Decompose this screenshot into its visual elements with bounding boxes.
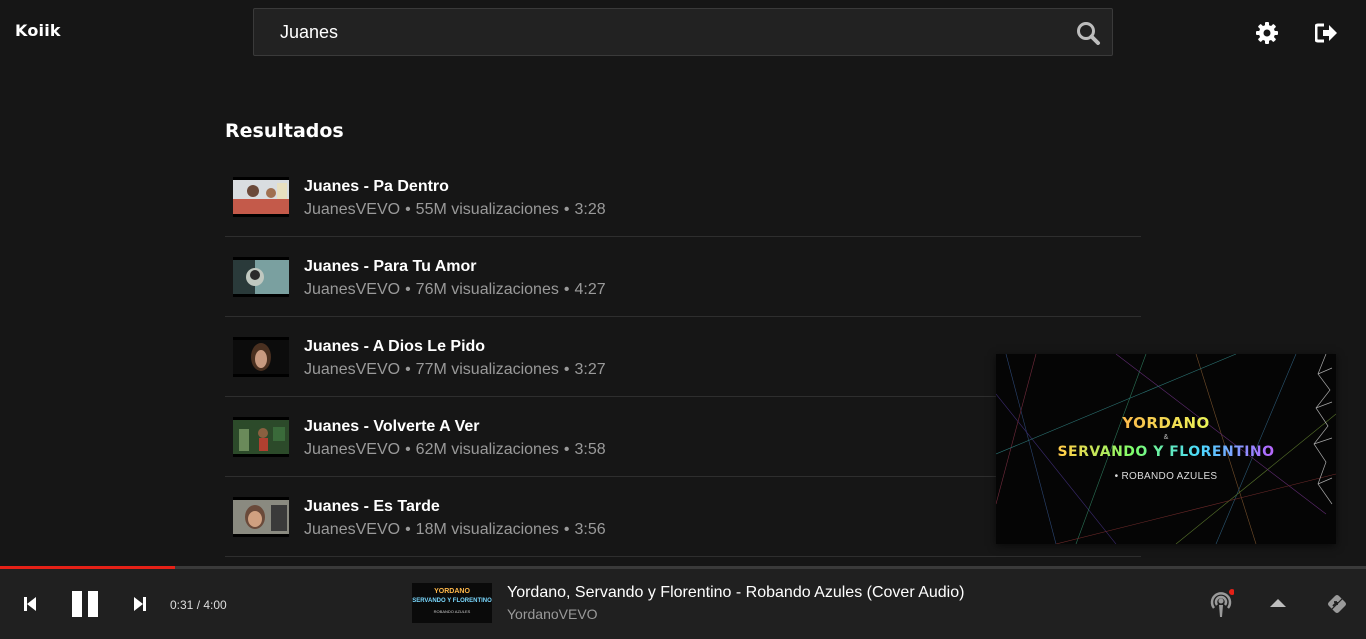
view-count: 62M visualizaciones [415,441,559,458]
gear-icon[interactable] [1254,20,1280,46]
video-title[interactable]: Juanes - A Dios Le Pido [304,338,485,356]
np-thumb-line1: YORDANO [434,588,470,595]
separator: • [405,201,411,218]
podcast-icon[interactable] [1208,589,1234,619]
search-input[interactable] [280,9,1060,55]
now-playing-title[interactable]: Yordano, Servando y Florentino - Robando… [507,584,964,602]
video-thumbnail[interactable] [233,337,289,377]
video-title[interactable]: Juanes - Para Tu Amor [304,258,477,276]
playback-time: 0:31 / 4:00 [170,598,227,612]
separator: • [563,281,570,298]
duration: 3:56 [574,521,606,538]
video-title[interactable]: Juanes - Volverte A Ver [304,418,479,436]
search-box[interactable] [253,8,1113,56]
result-item[interactable]: Juanes - Para Tu Amor JuanesVEVO • 76M vis… [225,237,1141,317]
video-thumbnail[interactable] [233,257,289,297]
channel-name[interactable]: JuanesVEVO [304,201,400,218]
video-meta: JuanesVEVO • 62M visualizaciones • 3:58 [304,441,606,459]
duration: 4:27 [574,281,606,298]
channel-name[interactable]: JuanesVEVO [304,361,400,378]
sign-out-icon[interactable] [1314,20,1340,46]
np-thumb-line2: SERVANDO Y FLORENTINO [412,598,492,604]
duration: 3:27 [574,361,606,378]
video-meta: JuanesVEVO • 77M visualizaciones • 3:27 [304,361,606,379]
np-thumb-line3: ROBANDO AZULES [433,609,471,614]
channel-name[interactable]: JuanesVEVO [304,441,400,458]
search-icon[interactable] [1076,21,1102,45]
mini-artwork-line2: SERVANDO Y FLORENTINO [996,444,1336,460]
now-playing-thumbnail[interactable]: YORDANO SERVANDO Y FLORENTINO ROBANDO AZ… [412,583,492,623]
video-meta: JuanesVEVO • 55M visualizaciones • 3:28 [304,201,606,219]
video-meta: JuanesVEVO • 18M visualizaciones • 3:56 [304,521,606,539]
separator: • [405,361,411,378]
now-playing-channel[interactable]: YordanoVEVO [507,606,598,622]
separator: • [405,521,411,538]
chevron-up-icon[interactable] [1268,596,1288,610]
previous-icon[interactable] [20,594,40,614]
separator: • [563,521,570,538]
separator: • [563,201,570,218]
mini-artwork-line1: YORDANO [996,414,1336,432]
view-count: 76M visualizaciones [415,281,559,298]
separator: • [405,281,411,298]
duration: 3:28 [574,201,606,218]
cast-icon[interactable] [1326,593,1348,615]
mini-video-player[interactable]: YORDANO & SERVANDO Y FLORENTINO • ROBAND… [996,354,1336,544]
results-heading: Resultados [225,120,344,142]
view-count: 77M visualizaciones [415,361,559,378]
separator: • [563,441,570,458]
app-logo[interactable]: Koiik [15,21,61,40]
video-thumbnail[interactable] [233,417,289,457]
mini-artwork-line3: • ROBANDO AZULES [1114,471,1218,482]
channel-name[interactable]: JuanesVEVO [304,281,400,298]
video-thumbnail[interactable] [233,497,289,537]
player-bar: 0:31 / 4:00 YORDANO SERVANDO Y FLORENTIN… [0,569,1366,639]
mini-artwork-amp: & [1163,434,1169,441]
video-title[interactable]: Juanes - Es Tarde [304,498,440,516]
separator: • [563,361,570,378]
video-meta: JuanesVEVO • 76M visualizaciones • 4:27 [304,281,606,299]
top-bar: Koiik [0,0,1366,64]
pause-icon[interactable] [70,591,100,617]
duration: 3:58 [574,441,606,458]
view-count: 18M visualizaciones [415,521,559,538]
video-thumbnail[interactable] [233,177,289,217]
separator: • [405,441,411,458]
next-icon[interactable] [130,594,150,614]
channel-name[interactable]: JuanesVEVO [304,521,400,538]
view-count: 55M visualizaciones [415,201,559,218]
result-item[interactable]: Juanes - Pa Dentro JuanesVEVO • 55M visual… [225,157,1141,237]
video-title[interactable]: Juanes - Pa Dentro [304,178,449,196]
